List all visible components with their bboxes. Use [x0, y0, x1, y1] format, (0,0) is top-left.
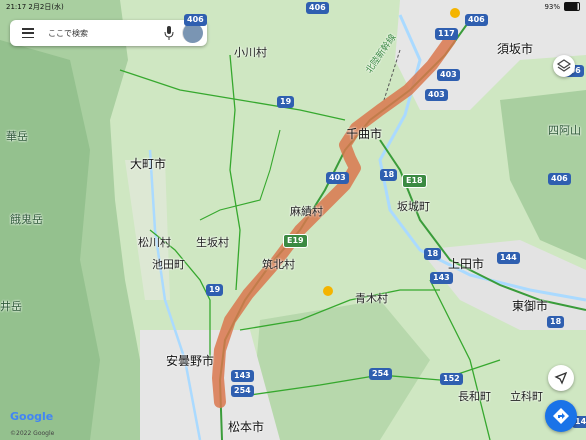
place-label[interactable]: 東御市	[512, 297, 548, 314]
place-label[interactable]: 生坂村	[196, 234, 229, 250]
mountain-label[interactable]: 井岳	[0, 298, 22, 314]
route-shield: 406	[306, 2, 329, 14]
menu-icon[interactable]	[22, 28, 34, 38]
status-right: 93%	[544, 2, 580, 11]
battery-icon	[564, 2, 580, 11]
place-label[interactable]: 青木村	[355, 290, 388, 306]
route-shield: 403	[437, 69, 460, 81]
mountain-label[interactable]: 餓鬼岳	[10, 211, 43, 227]
road	[199, 129, 281, 221]
route-shield: 117	[435, 28, 458, 40]
status-time: 21:17 2月2日(水)	[6, 3, 64, 11]
my-location-button[interactable]	[548, 365, 574, 391]
place-label[interactable]: 立科町	[510, 388, 543, 404]
place-label[interactable]: 筑北村	[262, 256, 295, 272]
place-label[interactable]: 千曲市	[346, 125, 382, 142]
route-shield: 143	[231, 370, 254, 382]
expressway-shield: E19	[283, 234, 308, 248]
map-canvas[interactable]	[0, 0, 586, 440]
route-shield: 19	[206, 284, 224, 296]
account-avatar[interactable]	[182, 23, 203, 43]
google-logo: Google	[10, 410, 54, 423]
mountain-label[interactable]: 華岳	[6, 128, 28, 144]
route-shield: 18	[424, 248, 442, 260]
search-bar[interactable]: ここで検索	[10, 20, 207, 46]
mountain-area-south	[250, 300, 430, 440]
route-shield: 403	[425, 89, 448, 101]
place-label[interactable]: 池田町	[152, 256, 185, 272]
mountain-label[interactable]: 四阿山	[548, 122, 581, 138]
route-shield: 152	[440, 373, 463, 385]
map-view[interactable]: 21:17 2月2日(水) 93% ここで検索 須坂市 小川村千曲市大町市 四阿山 華…	[0, 0, 586, 440]
place-label[interactable]: 麻績村	[290, 203, 323, 219]
road	[229, 54, 241, 291]
route-shield: 143	[430, 272, 453, 284]
navigation-arrow-icon	[554, 371, 568, 385]
poi-marker	[323, 286, 333, 296]
place-label[interactable]: 坂城町	[397, 198, 430, 214]
route-shield: 144	[497, 252, 520, 264]
place-label[interactable]: 長和町	[458, 388, 491, 404]
status-bar: 21:17 2月2日(水) 93%	[0, 0, 586, 12]
layers-icon	[556, 59, 572, 72]
place-label[interactable]: 松本市	[228, 418, 264, 435]
directions-icon	[553, 408, 569, 424]
place-label[interactable]: 上田市	[448, 255, 484, 272]
place-label[interactable]: 小川村	[234, 44, 267, 60]
route-shield: 19	[277, 96, 295, 108]
route-shield: 403	[326, 172, 349, 184]
copyright: ©2022 Google	[10, 430, 55, 437]
route-shield: 406	[184, 14, 207, 26]
route-shield: 18	[547, 316, 565, 328]
layers-button[interactable]	[553, 55, 575, 77]
search-input[interactable]: ここで検索	[48, 28, 164, 39]
place-label[interactable]: 安曇野市	[166, 352, 214, 369]
route-shield: 254	[231, 385, 254, 397]
route-shield: 406	[548, 173, 571, 185]
route-shield: 18	[380, 169, 398, 181]
place-label[interactable]: 須坂市	[497, 40, 533, 57]
route-shield: 254	[369, 368, 392, 380]
microphone-icon[interactable]	[164, 26, 174, 40]
place-label[interactable]: 大町市	[130, 155, 166, 172]
expressway-shield: E18	[402, 174, 427, 188]
battery-percentage: 93%	[544, 2, 560, 11]
mountain-area-east	[500, 90, 586, 260]
route-shield: 406	[465, 14, 488, 26]
place-label[interactable]: 松川村	[138, 234, 171, 250]
directions-button[interactable]	[545, 400, 577, 432]
